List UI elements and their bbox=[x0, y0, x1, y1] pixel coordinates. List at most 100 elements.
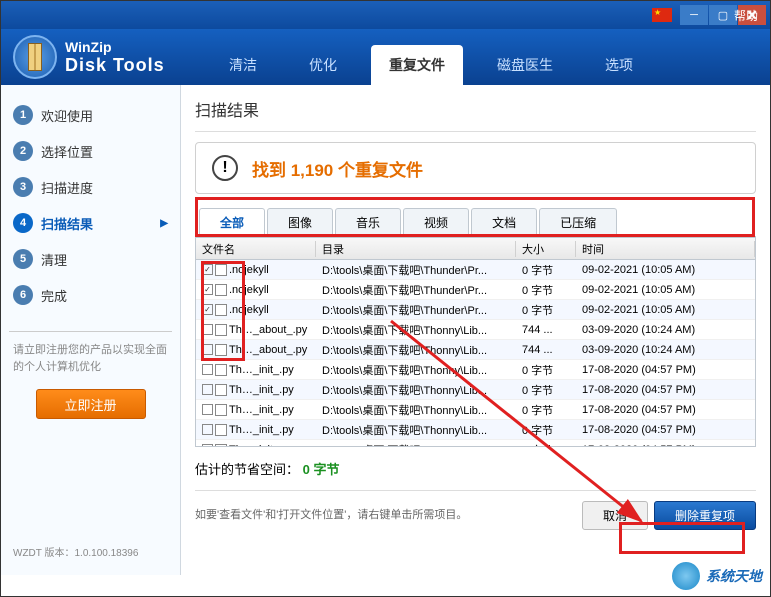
step-label: 欢迎使用 bbox=[41, 106, 93, 125]
version-label: WZDT 版本：1.0.100.18396 bbox=[9, 540, 172, 563]
file-name: .nojekyll bbox=[229, 284, 269, 296]
estimate: 估计的节省空间： 0 字节 bbox=[195, 459, 756, 478]
watermark-text: 系统天地 bbox=[706, 566, 762, 586]
file-dir: D:\tools\桌面\下载吧\Thonny\Lib... bbox=[316, 382, 516, 398]
step-2[interactable]: 2选择位置 bbox=[9, 133, 172, 169]
table-body[interactable]: .nojekyllD:\tools\桌面\下载吧\Thunder\Pr...0 … bbox=[196, 260, 755, 446]
step-num-icon: 4 bbox=[13, 213, 33, 233]
table-row[interactable]: .nojekyllD:\tools\桌面\下载吧\Thunder\Pr...0 … bbox=[196, 260, 755, 280]
file-icon bbox=[215, 264, 227, 276]
file-name: Th…_init_.py bbox=[229, 444, 294, 447]
file-icon bbox=[215, 404, 227, 416]
register-text: 请立即注册您的产品以实现全面的个人计算机优化 bbox=[9, 342, 172, 375]
row-checkbox[interactable] bbox=[202, 304, 213, 315]
hint-text: 如要'查看文件'和'打开文件位置'，请右键单击所需项目。 bbox=[195, 508, 576, 523]
filter-tab-3[interactable]: 视频 bbox=[403, 208, 469, 236]
table-header: 文件名 目录 大小 时间 bbox=[196, 238, 755, 260]
table-row[interactable]: Th…_about_.pyD:\tools\桌面\下载吧\Thonny\Lib.… bbox=[196, 340, 755, 360]
main-tab-4[interactable]: 选项 bbox=[587, 45, 651, 85]
col-time[interactable]: 时间 bbox=[576, 241, 755, 257]
row-checkbox[interactable] bbox=[202, 424, 213, 435]
file-name: .nojekyll bbox=[229, 264, 269, 276]
main-tab-3[interactable]: 磁盘医生 bbox=[479, 45, 571, 85]
filter-tab-0[interactable]: 全部 bbox=[199, 208, 265, 236]
divider bbox=[195, 131, 756, 132]
table-row[interactable]: .nojekyllD:\tools\桌面\下载吧\Thunder\Pr...0 … bbox=[196, 300, 755, 320]
results-table: 文件名 目录 大小 时间 .nojekyllD:\tools\桌面\下载吧\Th… bbox=[195, 237, 756, 447]
file-icon bbox=[215, 384, 227, 396]
sidebar: 1 欢迎使用 2选择位置3扫描进度4扫描结果▶ 5 清理 6完成 请立即注册您的产品以实现… bbox=[1, 85, 181, 575]
file-size: 744 ... bbox=[516, 324, 576, 336]
maximize-button[interactable]: ▢ bbox=[709, 5, 737, 25]
step-num-icon: 6 bbox=[13, 285, 33, 305]
file-size: 0 字节 bbox=[516, 442, 576, 447]
row-checkbox[interactable] bbox=[202, 264, 213, 275]
file-icon bbox=[215, 424, 227, 436]
file-dir: D:\tools\桌面\下载吧\Thonny\Lib... bbox=[316, 402, 516, 418]
file-time: 17-08-2020 (04:57 PM) bbox=[576, 364, 755, 376]
file-name: .nojekyll bbox=[229, 304, 269, 316]
file-dir: D:\tools\桌面\下载吧\Thonny\Lib... bbox=[316, 342, 516, 358]
main-tab-2[interactable]: 重复文件 bbox=[371, 45, 463, 85]
col-size[interactable]: 大小 bbox=[516, 241, 576, 257]
file-icon bbox=[215, 304, 227, 316]
row-checkbox[interactable] bbox=[202, 344, 213, 355]
main-tab-1[interactable]: 优化 bbox=[291, 45, 355, 85]
file-time: 09-02-2021 (10:05 AM) bbox=[576, 284, 755, 296]
step-1[interactable]: 1 欢迎使用 bbox=[9, 97, 172, 133]
main-tabs: 清洁优化重复文件磁盘医生选项 bbox=[181, 29, 651, 85]
step-5[interactable]: 5 清理 bbox=[9, 241, 172, 277]
flag-cn-icon[interactable] bbox=[652, 8, 672, 22]
table-row[interactable]: Th…_init_.pyD:\tools\桌面\下载吧\Thonny\Lib..… bbox=[196, 440, 755, 446]
step-num-icon: 1 bbox=[13, 105, 33, 125]
file-name: Th…_init_.py bbox=[229, 364, 294, 376]
body: 1 欢迎使用 2选择位置3扫描进度4扫描结果▶ 5 清理 6完成 请立即注册您的产品以实现… bbox=[1, 85, 770, 575]
row-checkbox[interactable] bbox=[202, 284, 213, 295]
content: 扫描结果 ! 找到 1,190 个重复文件 全部图像音乐视频文档已压缩 文件名 … bbox=[181, 85, 770, 575]
file-size: 0 字节 bbox=[516, 402, 576, 418]
file-icon bbox=[215, 324, 227, 336]
file-size: 744 ... bbox=[516, 344, 576, 356]
step-label: 清理 bbox=[41, 250, 67, 269]
file-name: Th…_init_.py bbox=[229, 424, 294, 436]
divider bbox=[9, 331, 172, 332]
file-time: 03-09-2020 (10:24 AM) bbox=[576, 324, 755, 336]
table-row[interactable]: Th…_init_.py D:\tools\桌面\下载吧\Thonny\Lib..… bbox=[196, 380, 755, 400]
cancel-button[interactable]: 取消 bbox=[582, 501, 648, 530]
filter-tab-2[interactable]: 音乐 bbox=[335, 208, 401, 236]
file-time: 09-02-2021 (10:05 AM) bbox=[576, 264, 755, 276]
row-checkbox[interactable] bbox=[202, 404, 213, 415]
step-4[interactable]: 4扫描结果▶ bbox=[9, 205, 172, 241]
col-name[interactable]: 文件名 bbox=[196, 241, 316, 257]
watermark-icon bbox=[670, 560, 702, 592]
table-row[interactable]: Th…_init_.pyD:\tools\桌面\下载吧\Thonny\Lib..… bbox=[196, 420, 755, 440]
step-6[interactable]: 6完成 bbox=[9, 277, 172, 313]
step-3[interactable]: 3扫描进度 bbox=[9, 169, 172, 205]
file-time: 09-02-2021 (10:05 AM) bbox=[576, 304, 755, 316]
help-link[interactable]: 帮助 bbox=[734, 7, 758, 24]
row-checkbox[interactable] bbox=[202, 444, 213, 446]
main-tab-0[interactable]: 清洁 bbox=[211, 45, 275, 85]
delete-duplicates-button[interactable]: 删除重复项 bbox=[654, 501, 756, 530]
file-name: Th…_init_.py bbox=[229, 384, 294, 396]
table-row[interactable]: .nojekyllD:\tools\桌面\下载吧\Thunder\Pr...0 … bbox=[196, 280, 755, 300]
file-icon bbox=[215, 364, 227, 376]
app-window: ─ ▢ ✕ WinZip Disk Tools 清洁优化重复文件磁盘医生选项 帮… bbox=[0, 0, 771, 597]
filter-tab-4[interactable]: 文档 bbox=[471, 208, 537, 236]
row-checkbox[interactable] bbox=[202, 324, 213, 335]
table-row[interactable]: Th…_init_.pyD:\tools\桌面\下载吧\Thonny\Lib..… bbox=[196, 360, 755, 380]
register-button[interactable]: 立即注册 bbox=[36, 389, 146, 419]
filter-tab-5[interactable]: 已压缩 bbox=[539, 208, 617, 236]
minimize-button[interactable]: ─ bbox=[680, 5, 708, 25]
file-name: Th…_about_.py bbox=[229, 324, 307, 336]
col-dir[interactable]: 目录 bbox=[316, 241, 516, 257]
row-checkbox[interactable] bbox=[202, 384, 213, 395]
file-size: 0 字节 bbox=[516, 262, 576, 278]
file-size: 0 字节 bbox=[516, 282, 576, 298]
step-num-icon: 5 bbox=[13, 249, 33, 269]
table-row[interactable]: Th…_about_.pyD:\tools\桌面\下载吧\Thonny\Lib.… bbox=[196, 320, 755, 340]
step-label: 扫描进度 bbox=[41, 178, 93, 197]
row-checkbox[interactable] bbox=[202, 364, 213, 375]
table-row[interactable]: Th…_init_.pyD:\tools\桌面\下载吧\Thonny\Lib..… bbox=[196, 400, 755, 420]
filter-tab-1[interactable]: 图像 bbox=[267, 208, 333, 236]
